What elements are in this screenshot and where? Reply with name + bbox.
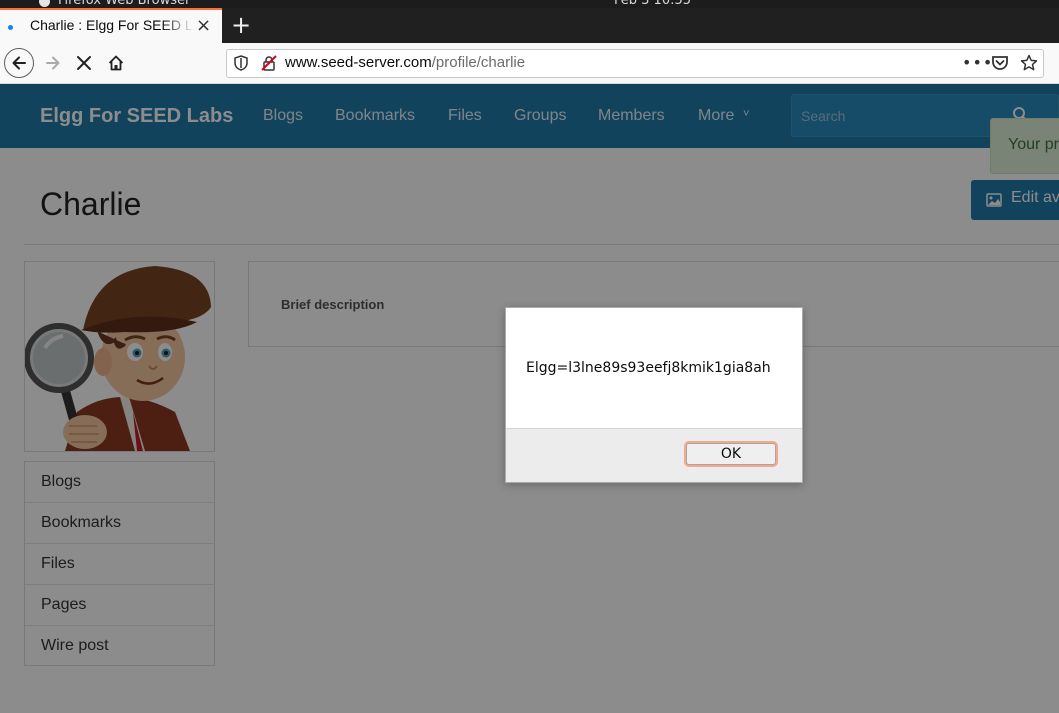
ok-button[interactable]: OK <box>686 443 776 465</box>
os-window-title: Firefox Web Browser <box>58 0 191 8</box>
insecure-lock-icon[interactable] <box>261 55 277 75</box>
stop-icon <box>77 56 91 70</box>
back-button[interactable] <box>4 48 34 78</box>
new-tab-button[interactable]: + <box>229 8 253 43</box>
tracking-shield-icon[interactable] <box>234 55 248 75</box>
tab-close-icon[interactable]: × <box>196 14 211 38</box>
url-path: /profile/charlie <box>431 54 526 71</box>
tab-title: Charlie : Elgg For SEED Labs <box>30 17 194 33</box>
home-icon <box>108 55 124 71</box>
home-button[interactable] <box>101 48 131 78</box>
back-arrow-icon <box>12 56 26 70</box>
alert-message: Elgg=l3lne89s93eefj8kmik1gia8ah <box>526 360 771 376</box>
forward-arrow-icon <box>46 56 60 70</box>
alert-footer: OK <box>506 428 802 482</box>
os-clock: Feb 3 10:55 <box>614 0 692 8</box>
pocket-icon[interactable] <box>991 55 1009 75</box>
forward-button[interactable] <box>38 48 68 78</box>
page-actions-menu-icon[interactable]: ••• <box>962 53 993 72</box>
alert-dialog: Elgg=l3lne89s93eefj8kmik1gia8ah OK <box>505 307 803 483</box>
screen: Firefox Web Browser Feb 3 10:55 Charlie … <box>0 0 1059 713</box>
browser-tab[interactable]: Charlie : Elgg For SEED Labs × <box>0 8 222 43</box>
tab-loading-icon <box>8 25 13 30</box>
url-domain: www.seed-server.com <box>285 54 432 71</box>
url-text[interactable]: www.seed-server.com/profile/charlie <box>285 54 525 71</box>
bookmark-star-icon[interactable] <box>1020 54 1038 76</box>
app-indicator-icon <box>39 0 50 7</box>
stop-loading-button[interactable] <box>69 48 99 78</box>
